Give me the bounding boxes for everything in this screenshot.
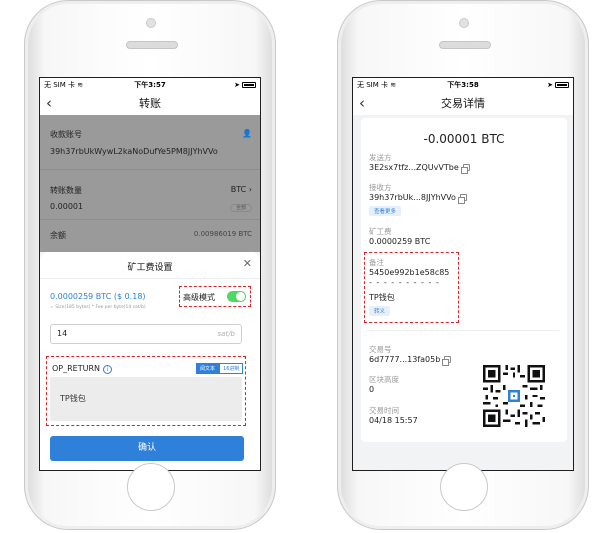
status-time: 下午3:58 bbox=[447, 80, 479, 89]
copy-icon[interactable] bbox=[460, 164, 470, 174]
page-title: 交易详情 bbox=[441, 97, 485, 110]
chevron-right-icon: › bbox=[248, 185, 252, 194]
advanced-mode-label: 高级模式 bbox=[183, 293, 215, 302]
status-right: ➤ bbox=[185, 80, 257, 89]
block-height-value: 0 bbox=[369, 385, 375, 394]
to-address: 39h37rbUk...8JJYhVVo bbox=[369, 193, 467, 204]
phone-frame-detail: 无 SIM 卡 ≋ 下午3:58 ➤ ‹ 交易详情 -0.00001 BTC 发… bbox=[337, 0, 589, 530]
txid-label: 交易号 bbox=[369, 345, 392, 354]
home-button[interactable] bbox=[440, 463, 488, 511]
memo-hex: 5450e992b1e58c85 bbox=[369, 268, 450, 277]
fee-rate-value: 14 bbox=[57, 329, 68, 338]
copy-icon[interactable] bbox=[457, 194, 467, 204]
tx-time-label: 交易时间 bbox=[369, 406, 399, 415]
detail-card: -0.00001 BTC 发送方 3E2sx7tfz...ZQUvVTbe 接收… bbox=[361, 118, 567, 442]
text-mode-button[interactable]: 阅文本 bbox=[196, 363, 220, 374]
status-time: 下午3:57 bbox=[134, 80, 166, 89]
fee-settings-sheet: 矿工费设置 ✕ 0.0000259 BTC ($ 0.18) = Size(18… bbox=[40, 252, 260, 470]
front-camera bbox=[459, 18, 469, 28]
encoding-toggle: 阅文本 16进制 bbox=[196, 363, 244, 374]
payee-label: 收款账号 bbox=[50, 130, 82, 139]
see-more-button[interactable]: 查看更多 bbox=[369, 206, 402, 216]
currency-selector[interactable]: BTC › bbox=[231, 185, 252, 194]
confirm-button[interactable]: 确认 bbox=[50, 436, 244, 461]
fee-amount: 0.0000259 BTC ($ 0.18) bbox=[50, 292, 146, 301]
to-label: 接收方 bbox=[369, 183, 392, 192]
from-address: 3E2sx7tfz...ZQUvVTbe bbox=[369, 163, 470, 174]
op-return-label: OP_RETURN i bbox=[52, 364, 113, 374]
fee-label: 矿工费 bbox=[369, 227, 392, 236]
divider bbox=[40, 278, 260, 279]
battery-icon bbox=[242, 81, 257, 88]
memo-divider: - - - - - - - - - - bbox=[369, 278, 440, 287]
nav-bar: ‹ 交易详情 bbox=[353, 91, 573, 115]
divider bbox=[369, 330, 559, 331]
tx-amount: -0.00001 BTC bbox=[423, 132, 505, 146]
transfer-screen: 无 SIM 卡 ≋ 下午3:57 ➤ ‹ 转账 收款账号 👤 39h37rbUk… bbox=[39, 77, 261, 471]
tx-time-value: 04/18 15:57 bbox=[369, 416, 418, 425]
page-title: 转账 bbox=[139, 97, 161, 110]
status-bar: 无 SIM 卡 ≋ 下午3:57 ➤ bbox=[40, 78, 260, 91]
form-dimmed-background: 收款账号 👤 39h37rbUkWywL2kaNoDufYe5PM8JJYhVV… bbox=[40, 115, 260, 252]
sheet-title: 矿工费设置 bbox=[127, 263, 173, 273]
divider bbox=[40, 169, 260, 170]
advanced-mode-toggle[interactable] bbox=[227, 291, 246, 302]
payee-address: 39h37rbUkWywL2kaNoDufYe5PM8JJYhVVo bbox=[50, 147, 218, 156]
earpiece-speaker bbox=[439, 41, 491, 49]
carrier-label: 无 SIM 卡 ≋ bbox=[357, 80, 397, 89]
battery-icon bbox=[555, 81, 570, 88]
memo-text: TP钱包 bbox=[369, 293, 395, 302]
front-camera bbox=[146, 18, 156, 28]
carrier-label: 无 SIM 卡 ≋ bbox=[44, 80, 84, 89]
fee-rate-unit: sat/b bbox=[217, 330, 235, 338]
hex-mode-button[interactable]: 16进制 bbox=[219, 363, 244, 374]
status-right: ➤ bbox=[498, 80, 570, 89]
nav-bar: ‹ 转账 bbox=[40, 91, 260, 115]
amount-label: 转账数量 bbox=[50, 186, 82, 195]
contact-icon[interactable]: 👤 bbox=[242, 129, 252, 138]
balance-label: 余额 bbox=[50, 231, 66, 240]
op-return-text: TP钱包 bbox=[60, 394, 86, 403]
from-label: 发送方 bbox=[369, 153, 392, 162]
txid-value: 6d7777...13fa05b bbox=[369, 355, 452, 366]
location-icon: ➤ bbox=[234, 80, 241, 89]
memo-label: 备注 bbox=[369, 258, 384, 267]
divider bbox=[40, 219, 260, 220]
wifi-icon: ≋ bbox=[77, 80, 84, 89]
close-icon[interactable]: ✕ bbox=[243, 257, 252, 270]
amount-input[interactable]: 0.00001 bbox=[50, 202, 83, 211]
home-button[interactable] bbox=[127, 463, 175, 511]
escape-button[interactable]: 转义 bbox=[369, 306, 391, 316]
location-icon: ➤ bbox=[547, 80, 554, 89]
fee-value: 0.0000259 BTC bbox=[369, 237, 431, 246]
info-icon[interactable]: i bbox=[103, 365, 113, 374]
wifi-icon: ≋ bbox=[390, 80, 397, 89]
status-bar: 无 SIM 卡 ≋ 下午3:58 ➤ bbox=[353, 78, 573, 91]
copy-icon[interactable] bbox=[442, 356, 452, 366]
back-arrow-icon[interactable]: ‹ bbox=[359, 94, 365, 112]
phone-frame-transfer: 无 SIM 卡 ≋ 下午3:57 ➤ ‹ 转账 收款账号 👤 39h37rbUk… bbox=[24, 0, 276, 530]
fee-formula: = Size(185 bytes) * Fee per byte(14 sat/… bbox=[50, 305, 146, 310]
earpiece-speaker bbox=[126, 41, 178, 49]
tx-qr-code-icon[interactable] bbox=[483, 365, 545, 427]
op-return-textarea[interactable]: TP钱包 bbox=[50, 377, 242, 421]
block-height-label: 区块高度 bbox=[369, 375, 399, 384]
back-arrow-icon[interactable]: ‹ bbox=[46, 94, 52, 112]
detail-screen: 无 SIM 卡 ≋ 下午3:58 ➤ ‹ 交易详情 -0.00001 BTC 发… bbox=[352, 77, 574, 471]
fee-rate-input[interactable]: 14 sat/b bbox=[50, 324, 242, 344]
all-button[interactable]: 全部 bbox=[230, 204, 252, 212]
balance-value: 0.00986019 BTC bbox=[193, 230, 252, 238]
